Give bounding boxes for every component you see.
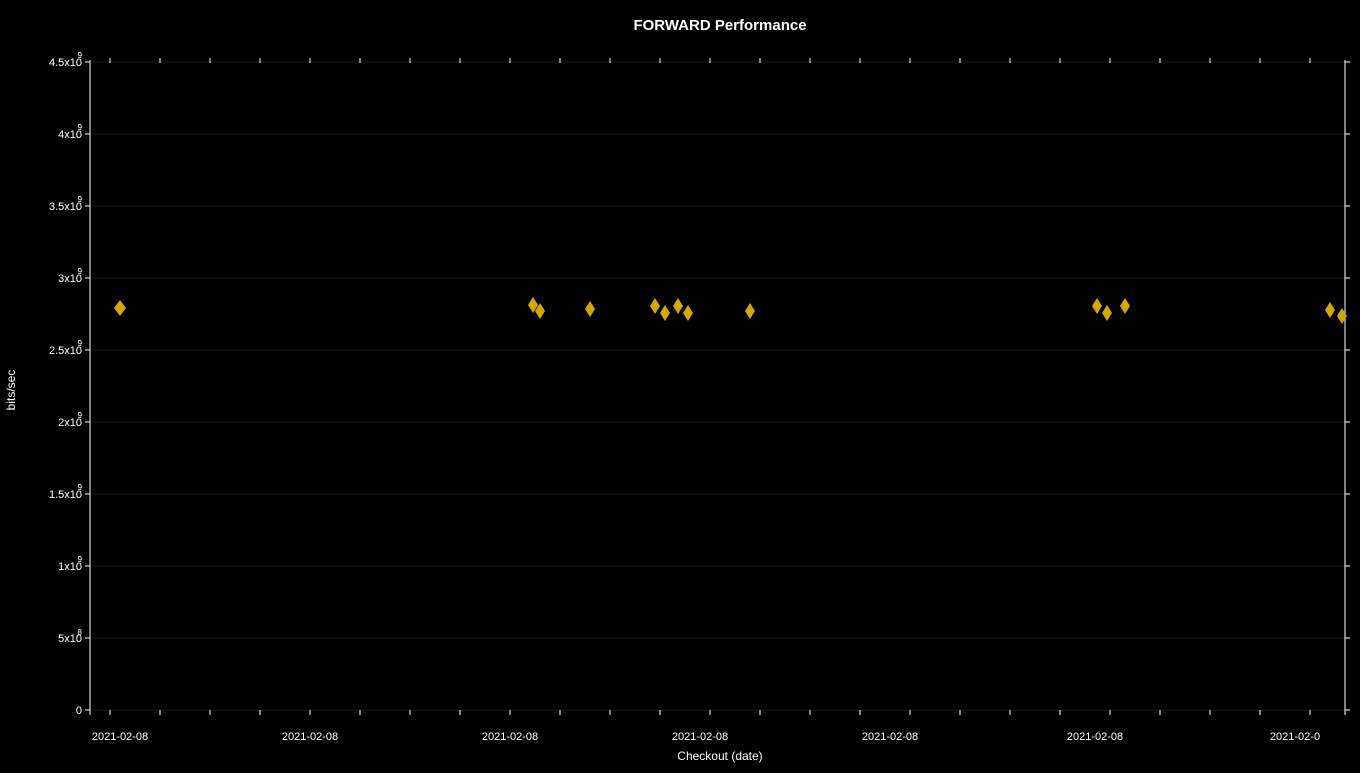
x-label-1: 2021-02-08: [92, 731, 148, 743]
data-point-8: [683, 305, 693, 321]
x-label-4: 2021-02-08: [672, 731, 728, 743]
y-tick-sup-5: 9: [78, 339, 83, 348]
data-point-9: [745, 303, 755, 319]
x-label-2: 2021-02-08: [282, 731, 338, 743]
data-point-11: [1102, 305, 1112, 321]
y-tick-label-0: 0: [76, 705, 82, 717]
chart-title: FORWARD Performance: [633, 17, 806, 34]
x-label-5: 2021-02-08: [862, 731, 918, 743]
bottom-ticks: [110, 710, 1310, 715]
y-tick-sup-3: 9: [78, 483, 83, 492]
y-tick-sup-8: 9: [78, 123, 83, 132]
data-point-4: [585, 301, 595, 317]
x-label-6: 2021-02-08: [1067, 731, 1123, 743]
y-tick-sup-1: 8: [78, 628, 83, 637]
x-label-3: 2021-02-08: [482, 731, 538, 743]
y-tick-sup-2: 9: [78, 555, 83, 564]
y-axis-label: bits/sec: [4, 370, 18, 411]
data-point-6: [660, 305, 670, 321]
data-point-1: [114, 300, 126, 316]
data-point-10: [1092, 298, 1102, 314]
main-chart: FORWARD Performance 0 5x10 8 1x10 9 1.5x…: [0, 0, 1360, 768]
data-point-12: [1120, 298, 1130, 314]
y-tick-sup-9: 9: [78, 51, 83, 60]
y-tick-sup-4: 9: [78, 411, 83, 420]
chart-container: FORWARD Performance 0 5x10 8 1x10 9 1.5x…: [0, 0, 1360, 768]
y-tick-sup-6: 9: [78, 267, 83, 276]
x-axis-label: Checkout (date): [677, 749, 762, 763]
data-point-13: [1325, 302, 1335, 318]
y-tick-sup-7: 9: [78, 195, 83, 204]
data-point-7: [673, 298, 683, 314]
x-label-7: 2021-02-0: [1270, 731, 1320, 743]
data-point-5: [650, 298, 660, 314]
